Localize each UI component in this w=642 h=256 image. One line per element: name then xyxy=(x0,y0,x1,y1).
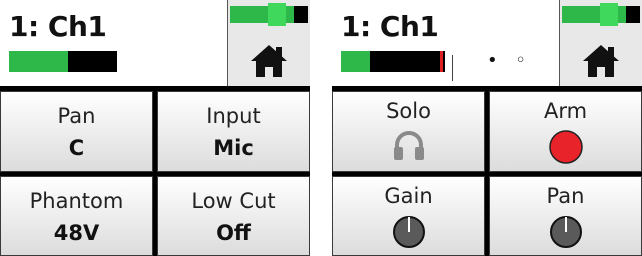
level-meter-fill xyxy=(341,51,371,72)
solo-label: Solo xyxy=(386,99,431,123)
home-icon xyxy=(583,45,619,77)
page-indicator[interactable]: • ◦ xyxy=(487,50,532,71)
channel-title: 1: Ch1 xyxy=(341,10,439,43)
channel-header: 1: Ch1 • ◦ xyxy=(332,0,642,86)
channel-title: 1: Ch1 xyxy=(9,10,107,43)
home-level-bar-fill xyxy=(562,3,626,26)
level-grip xyxy=(599,3,618,26)
home-button[interactable] xyxy=(227,0,310,86)
pan-label: Pan xyxy=(57,104,96,128)
pan-knob-icon[interactable] xyxy=(548,214,584,250)
home-level-bar-fill xyxy=(230,3,294,26)
gain-knob-icon[interactable] xyxy=(391,214,427,250)
pan-label: Pan xyxy=(546,184,585,208)
arm-control[interactable]: Arm xyxy=(489,91,642,172)
level-meter-fill xyxy=(9,51,69,72)
phantom-label: Phantom xyxy=(29,189,124,213)
channel-screen-right: 1: Ch1 • ◦ Solo Arm Gain Pan xyxy=(332,0,642,256)
level-meter xyxy=(341,51,445,72)
gain-control[interactable]: Gain xyxy=(332,176,485,256)
level-meter xyxy=(9,51,117,72)
low-cut-value: Off xyxy=(216,221,251,245)
level-grip xyxy=(267,3,286,26)
divider xyxy=(452,55,453,81)
low-cut-label: Low Cut xyxy=(191,189,276,213)
home-button[interactable] xyxy=(559,0,642,86)
home-level-bar xyxy=(562,3,640,26)
record-arm-icon xyxy=(548,130,583,164)
control-grid: Pan C Input Mic Phantom 48V Low Cut Off xyxy=(0,86,310,256)
headphones-icon xyxy=(393,131,424,160)
phantom-control[interactable]: Phantom 48V xyxy=(0,176,153,256)
control-grid: Solo Arm Gain Pan xyxy=(332,86,642,256)
channel-header: 1: Ch1 xyxy=(0,0,310,86)
arm-label: Arm xyxy=(543,99,588,123)
input-label: Input xyxy=(206,104,261,128)
pan-control[interactable]: Pan C xyxy=(0,91,153,172)
pan-control[interactable]: Pan xyxy=(489,176,642,256)
home-level-bar xyxy=(230,3,308,26)
input-control[interactable]: Input Mic xyxy=(157,91,310,172)
gain-label: Gain xyxy=(384,184,433,208)
peak-indicator xyxy=(440,51,443,72)
phantom-value: 48V xyxy=(53,221,100,245)
low-cut-control[interactable]: Low Cut Off xyxy=(157,176,310,256)
solo-control[interactable]: Solo xyxy=(332,91,485,172)
pan-value: C xyxy=(68,136,85,160)
input-value: Mic xyxy=(213,136,254,160)
home-icon xyxy=(251,45,287,77)
channel-screen-left: 1: Ch1 Pan C Input Mic Phantom 48V Low C… xyxy=(0,0,310,256)
